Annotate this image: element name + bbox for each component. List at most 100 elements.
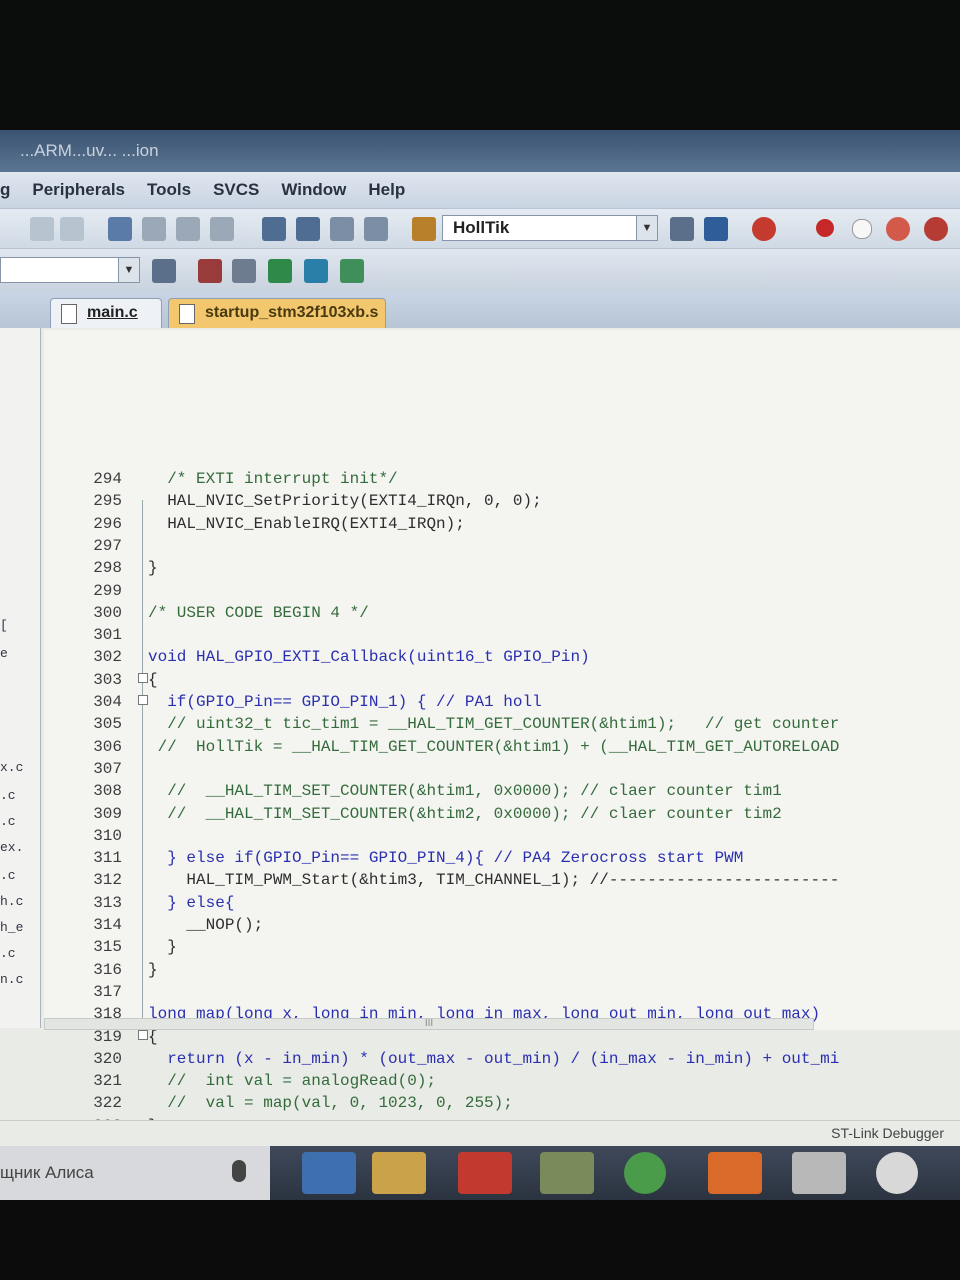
code-text: if(GPIO_Pin== GPIO_PIN_1) { // PA1 holl [148,693,542,711]
project-item[interactable]: h.c [0,894,23,909]
code-line[interactable]: 295 HAL_NVIC_SetPriority(EXTI4_IRQn, 0, … [44,490,960,512]
indent-icon[interactable] [262,217,286,241]
search-placeholder: щник Алиса [0,1163,94,1182]
back-icon[interactable] [30,217,54,241]
disable-all-breakpoints-icon[interactable] [886,217,910,241]
code-line[interactable]: 299 [44,580,960,602]
build-toolbar: ▼ [0,248,960,293]
line-number: 309 [93,804,122,823]
unindent-icon[interactable] [296,217,320,241]
fold-toggle-icon[interactable] [138,695,148,705]
microphone-icon[interactable] [232,1160,246,1182]
code-text: // __HAL_TIM_SET_COUNTER(&htim1, 0x0000)… [148,782,782,801]
download-icon[interactable] [268,259,292,283]
code-line[interactable]: 296 HAL_NVIC_EnableIRQ(EXTI4_IRQn); [44,513,960,535]
search-input[interactable]: щник Алиса [0,1146,270,1200]
debug-session-icon[interactable] [752,217,776,241]
window-title: ...ARM...uv... ...ion [0,130,960,172]
project-item[interactable]: ex. [0,840,23,855]
rebuild-icon[interactable] [232,259,256,283]
explorer-icon[interactable] [372,1152,426,1194]
code-line[interactable]: 301 [44,624,960,646]
code-line[interactable]: 320 return (x - in_min) * (out_max - out… [44,1048,960,1070]
code-line[interactable]: 303 { [44,669,960,691]
clear-bookmarks-icon[interactable] [210,217,234,241]
menu-svcs[interactable]: SVCS [213,180,259,200]
prev-bookmark-icon[interactable] [142,217,166,241]
yandex-icon[interactable] [458,1152,512,1194]
code-line[interactable]: 306 // HollTik = __HAL_TIM_GET_COUNTER(&… [44,736,960,758]
ie-icon[interactable] [302,1152,356,1194]
code-text: // __HAL_TIM_SET_COUNTER(&htim2, 0x0000)… [148,804,782,823]
code-line[interactable]: 312 HAL_TIM_PWM_Start(&htim3, TIM_CHANNE… [44,869,960,891]
manage-project-icon[interactable] [670,217,694,241]
code-line[interactable]: 311 } else if(GPIO_Pin== GPIO_PIN_4){ //… [44,847,960,869]
combo-box[interactable]: ▼ [0,257,140,283]
code-line[interactable]: 309 // __HAL_TIM_SET_COUNTER(&htim2, 0x0… [44,803,960,825]
menu-debug[interactable]: g [0,180,10,200]
next-bookmark-icon[interactable] [176,217,200,241]
project-item[interactable]: h_e [0,920,23,935]
disable-breakpoint-icon[interactable] [852,219,872,239]
code-line[interactable]: 313 } else{ [44,892,960,914]
editor-tabs: main.c startup_stm32f103xb.s [0,292,960,328]
code-line[interactable]: 321 // int val = analogRead(0); [44,1070,960,1092]
yandex-browser-icon[interactable] [876,1152,918,1194]
code-line[interactable]: 304 if(GPIO_Pin== GPIO_PIN_1) { // PA1 h… [44,691,960,713]
menu-window[interactable]: Window [281,180,346,200]
code-line[interactable]: 294 /* EXTI interrupt init*/ [44,468,960,490]
fold-toggle-icon[interactable] [138,672,148,683]
chrome-icon[interactable] [624,1152,666,1194]
project-item[interactable]: [ [0,618,8,633]
keil-icon[interactable] [540,1152,594,1194]
build-icon[interactable] [198,259,222,283]
code-line[interactable]: 322 // val = map(val, 0, 1023, 0, 255); [44,1092,960,1114]
project-item[interactable]: n.c [0,972,23,987]
menu-tools[interactable]: Tools [147,180,191,200]
fold-toggle-icon[interactable] [138,1029,148,1040]
code-line[interactable]: 316} [44,959,960,981]
tab-main-c[interactable]: main.c [50,298,162,328]
target-options-icon[interactable] [412,217,436,241]
code-line[interactable]: 307 [44,758,960,780]
breakpoint-icon[interactable] [816,219,834,237]
debugger-status: ST-Link Debugger [831,1125,944,1141]
tab-startup-s[interactable]: startup_stm32f103xb.s [168,298,386,328]
media-icon[interactable] [708,1152,762,1194]
menu-peripherals[interactable]: Peripherals [32,180,125,200]
monitor-bezel [0,1200,960,1280]
forward-icon[interactable] [60,217,84,241]
uncomment-icon[interactable] [364,217,388,241]
code-line[interactable]: 302 void HAL_GPIO_EXTI_Callback(uint16_t … [44,646,960,668]
project-item[interactable]: e [0,646,8,661]
code-line[interactable]: 297 [44,535,960,557]
menu-help[interactable]: Help [368,180,405,200]
kill-breakpoints-icon[interactable] [924,217,948,241]
code-line[interactable]: 308 // __HAL_TIM_SET_COUNTER(&htim1, 0x0… [44,780,960,802]
pack-installer-icon[interactable] [340,259,364,283]
code-line[interactable]: 305 // uint32_t tic_tim1 = __HAL_TIM_GET… [44,713,960,735]
code-line[interactable]: 300 /* USER CODE BEGIN 4 */ [44,602,960,624]
project-item[interactable]: .c [0,788,16,803]
chevron-down-icon[interactable]: ▼ [118,258,139,282]
line-number: 303 [93,670,122,689]
project-item[interactable]: .c [0,868,16,883]
project-item[interactable]: .c [0,814,16,829]
code-editor[interactable]: 294 /* EXTI interrupt init*/295 HAL_NVIC… [44,330,960,1157]
code-line[interactable]: 310 [44,825,960,847]
load-icon[interactable] [304,259,328,283]
horizontal-scrollbar[interactable]: III [44,1018,814,1030]
code-line[interactable]: 315 } [44,936,960,958]
select-packs-icon[interactable] [704,217,728,241]
chevron-down-icon[interactable]: ▼ [636,216,657,240]
code-line[interactable]: 314 __NOP(); [44,914,960,936]
project-item[interactable]: x.c [0,760,23,775]
config-icon[interactable] [152,259,176,283]
project-item[interactable]: .c [0,946,16,961]
code-line[interactable]: 298} [44,557,960,579]
comment-icon[interactable] [330,217,354,241]
printer-icon[interactable] [792,1152,846,1194]
target-select[interactable]: HollTik ▼ [442,215,658,241]
bookmark-icon[interactable] [108,217,132,241]
code-line[interactable]: 317 [44,981,960,1003]
